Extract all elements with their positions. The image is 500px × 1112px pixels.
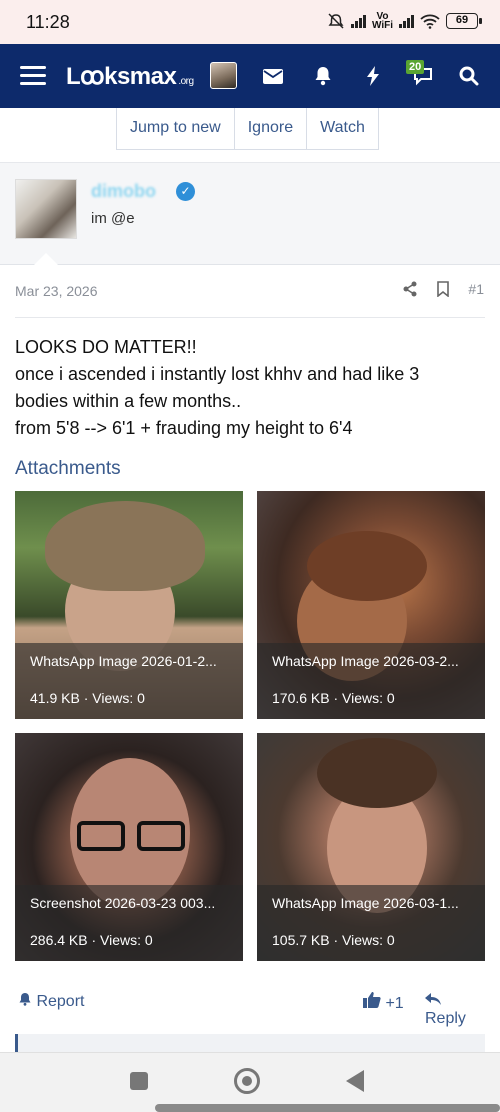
- gesture-bar: [155, 1104, 500, 1112]
- post-body: LOOKS DO MATTER!! once i ascended i inst…: [15, 334, 485, 442]
- attachment-caption: Screenshot 2026-03-23 003... 286.4 KB · …: [15, 885, 243, 961]
- recents-icon[interactable]: [130, 1072, 148, 1090]
- ignore-button[interactable]: Ignore: [235, 108, 308, 149]
- reply-button[interactable]: Reply: [425, 992, 485, 1028]
- signal-icon-2: [399, 14, 414, 28]
- glasses-shape: [77, 821, 125, 851]
- attachment-tile[interactable]: Screenshot 2026-03-23 003... 286.4 KB · …: [15, 733, 243, 961]
- inbox-icon[interactable]: [260, 64, 286, 88]
- menu-icon[interactable]: [20, 66, 46, 86]
- attachment-name: Screenshot 2026-03-23 003...: [30, 895, 216, 911]
- author-avatar[interactable]: [15, 179, 77, 239]
- post-author-block: dimobo ✓ im @e: [0, 163, 500, 265]
- post-line: once i ascended i instantly lost khhv an…: [15, 364, 420, 384]
- jump-to-new-button[interactable]: Jump to new: [117, 108, 235, 149]
- post-tools: #1: [402, 281, 484, 297]
- site-logo[interactable]: Lꝏksmax .org: [66, 62, 194, 91]
- mute-icon: [328, 13, 344, 29]
- attachment-name: WhatsApp Image 2026-01-2...: [30, 653, 217, 669]
- thumbs-up-icon: [363, 992, 381, 1008]
- like-button[interactable]: +1: [363, 992, 404, 1013]
- search-icon[interactable]: [456, 64, 482, 88]
- reply-label: Reply: [425, 1010, 466, 1027]
- reactions-bar[interactable]: [15, 1034, 485, 1054]
- notification-badge: 20: [406, 60, 425, 74]
- battery-icon: 69: [446, 13, 482, 29]
- verified-icon: ✓: [176, 182, 195, 201]
- signal-icon: [350, 14, 366, 28]
- attachment-meta: 105.7 KB · Views: 0: [272, 932, 395, 948]
- author-pointer: [34, 253, 58, 265]
- thread-actions: Jump to new Ignore Watch: [116, 108, 379, 150]
- post-number[interactable]: #1: [468, 281, 484, 297]
- like-count: +1: [385, 995, 404, 1012]
- vowifi-icon: Vo WiFi: [371, 11, 393, 31]
- back-icon[interactable]: [346, 1070, 364, 1092]
- reply-icon: [425, 993, 441, 1005]
- report-button[interactable]: Report: [18, 992, 84, 1011]
- attachment-caption: WhatsApp Image 2026-03-2... 170.6 KB · V…: [257, 643, 485, 719]
- attachment-meta: 286.4 KB · Views: 0: [30, 932, 153, 948]
- attachment-meta: 170.6 KB · Views: 0: [272, 690, 395, 706]
- hair-shape: [45, 501, 205, 591]
- divider: [15, 317, 485, 318]
- watch-button[interactable]: Watch: [307, 108, 378, 149]
- attachment-tile[interactable]: WhatsApp Image 2026-03-1... 105.7 KB · V…: [257, 733, 485, 961]
- attachment-caption: WhatsApp Image 2026-03-1... 105.7 KB · V…: [257, 885, 485, 961]
- system-nav-bar: [0, 1052, 500, 1112]
- lightning-icon[interactable]: [360, 64, 386, 88]
- post-line: bodies within a few months..: [15, 391, 242, 411]
- attachments-heading: Attachments: [15, 458, 121, 479]
- author-name[interactable]: dimobo: [91, 181, 156, 202]
- status-icons: Vo WiFi 69: [327, 11, 482, 31]
- post-footer: Report +1 Reply: [15, 990, 485, 1027]
- attachment-name: WhatsApp Image 2026-03-2...: [272, 653, 459, 669]
- author-title: im @e: [91, 210, 135, 227]
- post-date[interactable]: Mar 23, 2026: [15, 283, 98, 299]
- bookmark-icon[interactable]: [436, 281, 450, 297]
- share-icon[interactable]: [402, 281, 418, 297]
- attachment-meta: 41.9 KB · Views: 0: [30, 690, 145, 706]
- hair-shape: [317, 738, 437, 808]
- attachment-caption: WhatsApp Image 2026-01-2... 41.9 KB · Vi…: [15, 643, 243, 719]
- account-avatar[interactable]: [210, 62, 237, 89]
- post-line: from 5'8 --> 6'1 + frauding my height to…: [15, 418, 353, 438]
- status-time: 11:28: [26, 12, 70, 32]
- wifi-icon: [420, 14, 440, 29]
- report-label: Report: [36, 993, 85, 1010]
- home-icon[interactable]: [234, 1068, 260, 1094]
- attachment-tile[interactable]: WhatsApp Image 2026-01-2... 41.9 KB · Vi…: [15, 491, 243, 719]
- post-line: LOOKS DO MATTER!!: [15, 337, 197, 357]
- glasses-shape: [137, 821, 185, 851]
- bell-icon: [19, 993, 31, 1006]
- attachment-name: WhatsApp Image 2026-03-1...: [272, 895, 459, 911]
- bell-icon[interactable]: [310, 64, 336, 88]
- attachment-tile[interactable]: WhatsApp Image 2026-03-2... 170.6 KB · V…: [257, 491, 485, 719]
- hair-shape: [307, 531, 427, 601]
- status-bar: 11:28 Vo WiFi 69: [0, 0, 500, 44]
